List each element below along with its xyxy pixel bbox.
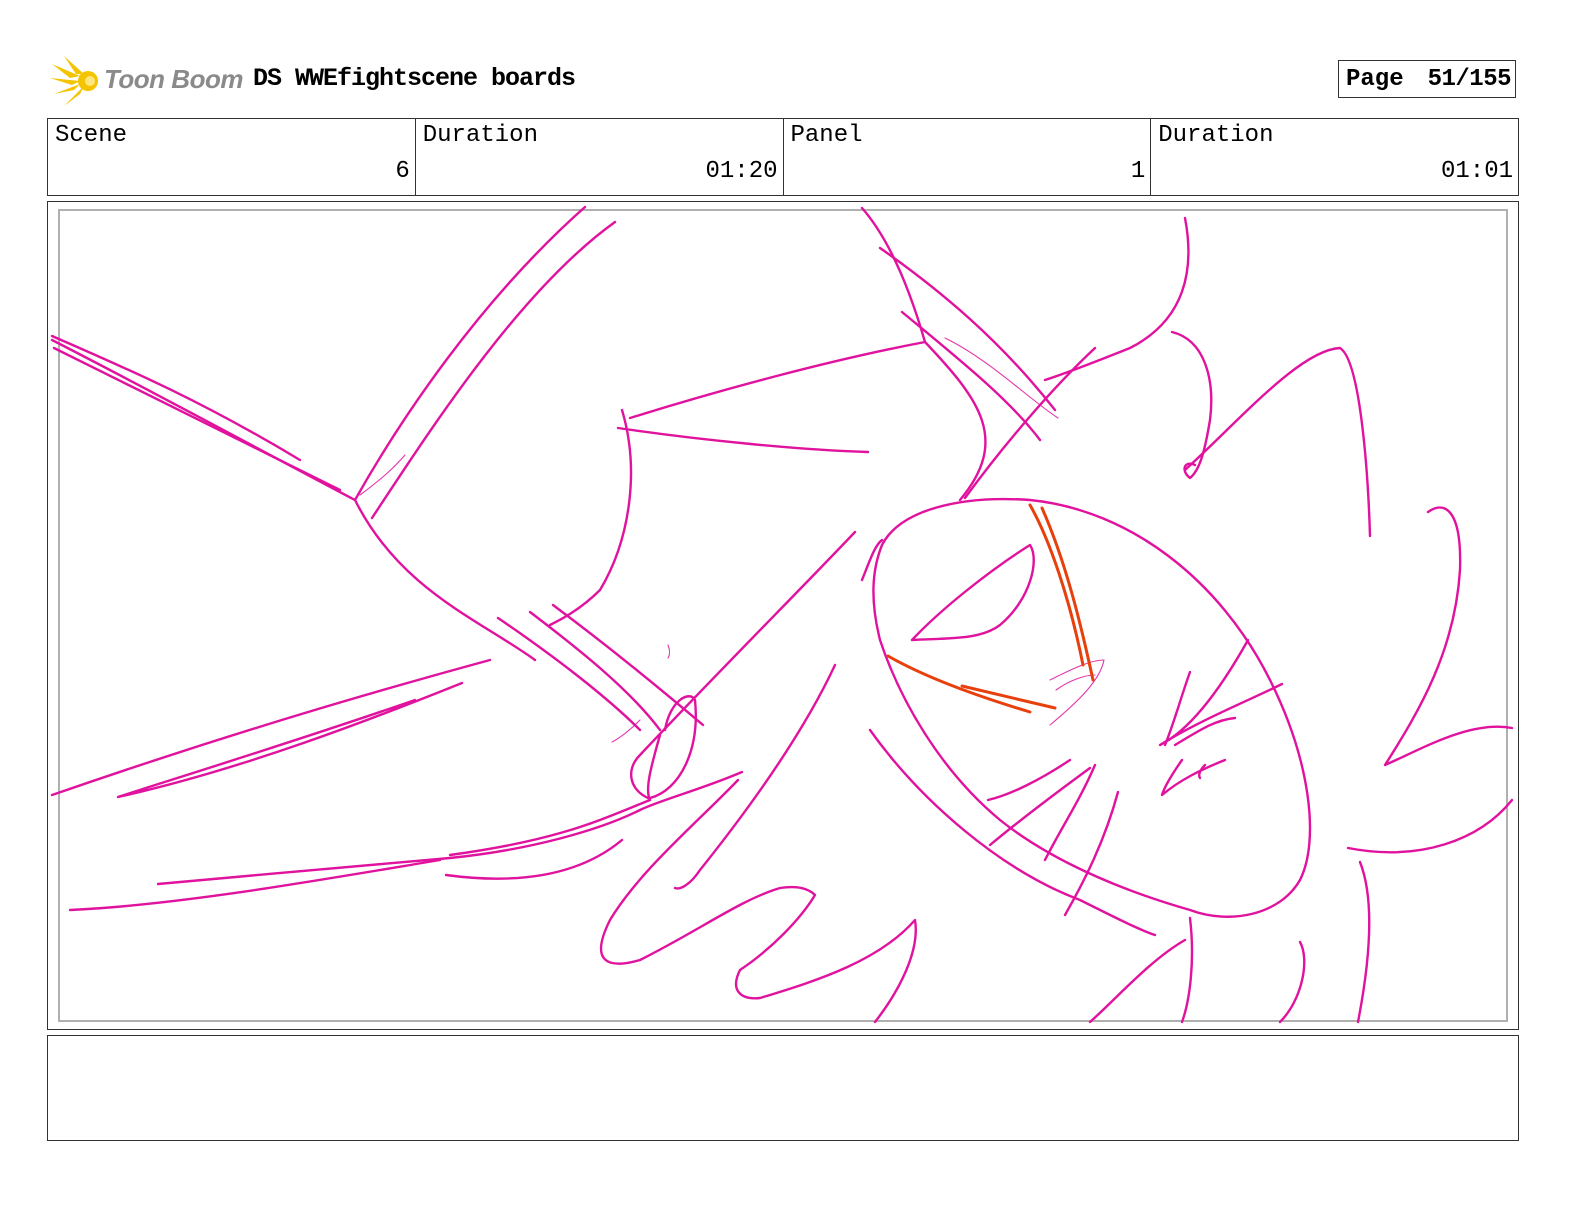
toon-boom-logo: Toon Boom [50,54,243,110]
logo-text: Toon Boom [104,64,243,94]
panel-value: 1 [1130,158,1146,185]
panel-duration-label: Duration [1158,122,1274,149]
panel-duration-value: 01:01 [1440,158,1513,185]
storyboard-sketch [50,205,1514,1024]
panel-notes-box [47,1035,1519,1141]
scene-cell: Scene 6 [48,119,416,195]
page-number: 51/155 [1427,65,1512,93]
page-indicator: Page 51/155 [1338,60,1516,98]
panel-label: Panel [790,122,863,149]
document-title: DS WWEfightscene boards [253,64,576,93]
panel-duration-cell: Duration 01:01 [1151,119,1518,195]
scene-duration-value: 01:20 [705,158,778,185]
scene-duration-cell: Duration 01:20 [416,119,784,195]
star-burst-icon [50,56,98,106]
page-label: Page [1346,65,1404,93]
scene-value: 6 [395,158,410,185]
panel-cell: Panel 1 [784,119,1152,195]
panel-info-row: Scene 6 Duration 01:20 Panel 1 Duration … [47,118,1519,196]
scene-duration-label: Duration [422,122,538,149]
scene-label: Scene [55,122,128,149]
